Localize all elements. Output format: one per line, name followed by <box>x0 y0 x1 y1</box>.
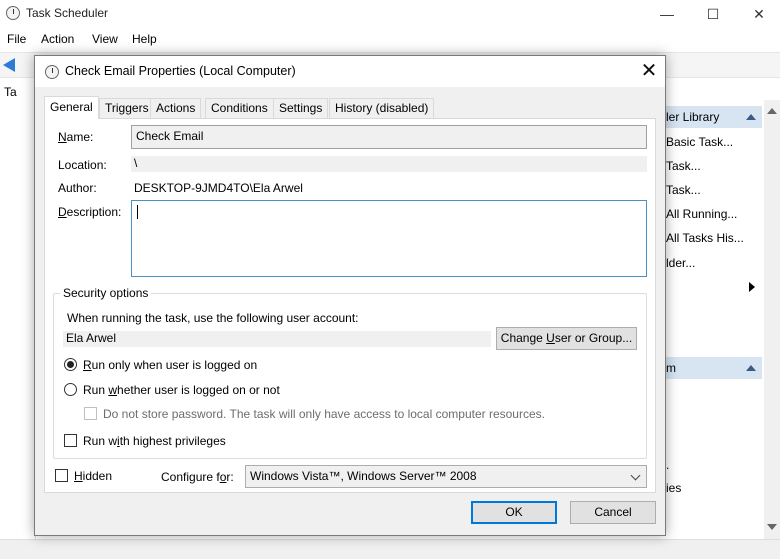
name-label-rest: ame: <box>66 130 94 144</box>
description-label: Description: <box>58 205 122 219</box>
tab-settings[interactable]: Settings <box>273 98 329 118</box>
menu-help[interactable]: Help <box>132 32 157 46</box>
author-value: DESKTOP-9JMD4TO\Ela Arwel <box>134 181 303 195</box>
tab-general[interactable]: General <box>44 96 99 119</box>
run-whether-label[interactable]: Run whether user is logged on or not <box>83 383 280 397</box>
dialog-title: Check Email Properties (Local Computer) <box>65 64 296 78</box>
location-label: Location: <box>58 158 107 172</box>
description-label-rest: escription: <box>66 205 122 219</box>
action-display-running[interactable]: All Running... <box>666 207 737 221</box>
hidden-label[interactable]: Hidden <box>74 469 112 483</box>
collapse-icon[interactable] <box>746 114 756 120</box>
dialog-title-bar: Check Email Properties (Local Computer) … <box>35 56 665 87</box>
main-title-bar: Task Scheduler — ☐ ✕ <box>0 0 780 28</box>
main-window-title: Task Scheduler <box>26 6 109 20</box>
configure-for-value: Windows Vista™, Windows Server™ 2008 <box>250 469 477 483</box>
security-options-title: Security options <box>60 286 152 300</box>
highest-privileges-label[interactable]: Run with highest privileges <box>83 434 226 448</box>
main-close-button[interactable]: ✕ <box>736 0 780 28</box>
task-properties-dialog: Check Email Properties (Local Computer) … <box>34 55 666 536</box>
tab-triggers[interactable]: Triggers <box>99 98 155 118</box>
menu-action[interactable]: Action <box>41 32 74 46</box>
clock-icon <box>45 65 59 79</box>
name-field[interactable]: Check Email <box>131 125 647 149</box>
tab-history[interactable]: History (disabled) <box>329 98 435 118</box>
user-account-value: Ela Arwel <box>63 331 491 347</box>
action-create-task[interactable]: Task... <box>666 159 701 173</box>
change-user-button[interactable]: Change User or Group... <box>496 327 637 350</box>
hidden-checkbox[interactable] <box>55 469 68 482</box>
actions-header-selected-label: m <box>666 361 676 375</box>
scroll-down-icon[interactable] <box>767 524 777 530</box>
no-store-password-checkbox[interactable] <box>84 407 97 420</box>
scroll-up-icon[interactable] <box>767 108 777 114</box>
configure-for-select[interactable]: Windows Vista™, Windows Server™ 2008 <box>245 465 647 488</box>
tab-conditions[interactable]: Conditions <box>205 98 274 118</box>
action-import-task[interactable]: Task... <box>666 183 701 197</box>
description-textarea[interactable] <box>131 200 647 277</box>
highest-privileges-checkbox[interactable] <box>64 434 77 447</box>
author-label: Author: <box>58 181 97 195</box>
status-bar <box>0 539 780 559</box>
action-item[interactable]: . <box>666 458 669 472</box>
ok-button[interactable]: OK <box>471 501 557 524</box>
submenu-arrow-icon[interactable] <box>749 282 755 292</box>
no-store-password-label: Do not store password. The task will onl… <box>103 407 545 421</box>
clock-icon <box>6 6 20 20</box>
actions-header-library-label: ler Library <box>666 110 720 124</box>
console-tree: Ta <box>0 79 36 539</box>
run-logged-on-radio[interactable] <box>64 358 77 371</box>
actions-scrollbar[interactable] <box>764 100 780 540</box>
general-tab-panel: Name: Check Email Location: \ Author: DE… <box>44 118 656 493</box>
tab-actions[interactable]: Actions <box>150 98 202 118</box>
menu-view[interactable]: View <box>92 32 118 46</box>
action-item[interactable]: ies <box>666 481 681 495</box>
action-create-basic-task[interactable]: Basic Task... <box>666 135 733 149</box>
actions-header-library[interactable]: ler Library <box>664 106 762 128</box>
run-logged-on-label[interactable]: Run only when user is logged on <box>83 358 257 372</box>
minimize-button[interactable]: — <box>644 0 690 28</box>
text-caret <box>137 205 138 219</box>
back-arrow-icon[interactable] <box>3 58 15 72</box>
configure-for-label: Configure for: <box>161 470 234 484</box>
action-new-folder[interactable]: lder... <box>666 256 695 270</box>
location-value: \ <box>131 156 647 172</box>
actions-header-selected[interactable]: m <box>664 357 762 379</box>
action-enable-history[interactable]: All Tasks His... <box>666 231 744 245</box>
collapse-icon[interactable] <box>746 365 756 371</box>
run-whether-radio[interactable] <box>64 383 77 396</box>
menu-file[interactable]: File <box>7 32 26 46</box>
tab-strip: General Triggers Actions Conditions Sett… <box>44 96 656 119</box>
dialog-close-button[interactable]: ✕ <box>633 58 665 86</box>
menu-bar: File Action View Help <box>0 28 780 50</box>
name-label: Name: <box>58 130 94 144</box>
user-account-prompt: When running the task, use the following… <box>67 311 359 325</box>
tree-item-root[interactable]: Ta <box>4 85 17 99</box>
cancel-button[interactable]: Cancel <box>570 501 656 524</box>
chevron-down-icon <box>630 470 641 481</box>
maximize-button[interactable]: ☐ <box>690 0 736 28</box>
actions-pane: ler Library Basic Task... Task... Task..… <box>664 100 764 540</box>
